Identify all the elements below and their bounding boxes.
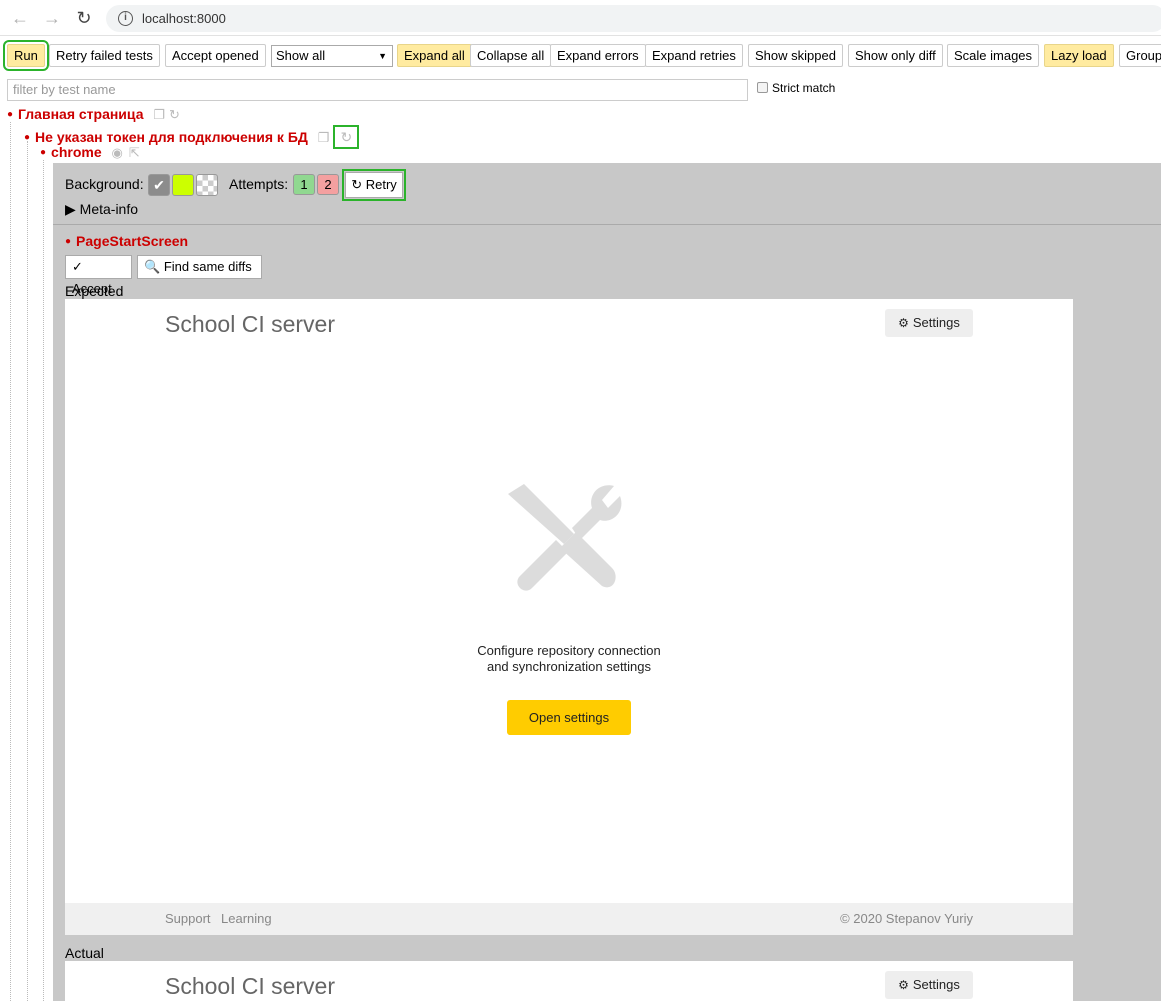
eye-icon[interactable]: ◉ bbox=[112, 145, 123, 161]
gear-icon: ⚙ bbox=[898, 978, 909, 992]
show-only-diff-button[interactable]: Show only diff bbox=[848, 44, 943, 67]
run-button[interactable]: Run bbox=[3, 40, 49, 71]
reload-icon[interactable]: ↻ bbox=[74, 8, 94, 28]
collapse-all-button[interactable]: Collapse all bbox=[470, 44, 552, 67]
state-title[interactable]: ● PageStartScreen bbox=[65, 233, 188, 249]
status-bullet-icon: ● bbox=[7, 109, 14, 120]
gear-icon: ⚙ bbox=[898, 316, 909, 330]
browser-title[interactable]: chrome bbox=[51, 144, 102, 160]
back-arrow-icon[interactable]: ← bbox=[10, 8, 30, 28]
copy-icon[interactable]: ❐ bbox=[318, 130, 330, 146]
suite-title[interactable]: Главная страница bbox=[18, 106, 143, 122]
browser-toolbar: ← → ↻ i localhost:8000 bbox=[0, 0, 1161, 36]
configure-text-line1: Configure repository connection bbox=[477, 643, 661, 658]
checkbox-icon[interactable] bbox=[757, 82, 768, 93]
app-title: School CI server bbox=[165, 311, 336, 337]
find-same-diffs-label: Find same diffs bbox=[163, 259, 252, 274]
expected-screenshot: School CI server ⚙ Settings Configure rep… bbox=[65, 299, 1073, 935]
background-label: Background: bbox=[65, 176, 144, 192]
actual-screenshot: School CI server ⚙ Settings bbox=[65, 961, 1073, 1001]
forward-arrow-icon[interactable]: → bbox=[42, 8, 62, 28]
address-bar[interactable]: i localhost:8000 bbox=[106, 5, 1161, 32]
copy-icon[interactable]: ❐ bbox=[153, 107, 165, 123]
settings-button: ⚙ Settings bbox=[885, 309, 973, 337]
meta-info-toggle[interactable]: ▶ Meta-info bbox=[65, 201, 138, 218]
tree-guide-line bbox=[10, 122, 11, 1001]
test-title[interactable]: Не указан токен для подключения к БД bbox=[35, 129, 308, 145]
lazy-load-button[interactable]: Lazy load bbox=[1044, 44, 1114, 67]
app-title: School CI server bbox=[165, 973, 336, 999]
accept-button[interactable]: ✓ Accept bbox=[65, 255, 132, 296]
accept-opened-button[interactable]: Accept opened bbox=[165, 44, 266, 67]
footer-learning-link: Learning bbox=[221, 911, 272, 926]
show-filter-select[interactable]: Show all ▼ bbox=[271, 45, 393, 67]
url-text: localhost:8000 bbox=[142, 11, 226, 26]
tools-icon bbox=[508, 484, 622, 591]
status-bullet-icon: ● bbox=[65, 236, 72, 247]
find-same-diffs-button[interactable]: 🔍 Find same diffs bbox=[137, 255, 262, 279]
expand-all-button[interactable]: Expand all bbox=[397, 44, 472, 67]
background-lime-swatch[interactable] bbox=[172, 174, 194, 196]
settings-label: Settings bbox=[912, 977, 960, 992]
attempt-2-tab[interactable]: 2 bbox=[317, 174, 339, 195]
configure-text-line2: and synchronization settings bbox=[486, 659, 652, 674]
tree-suite-item[interactable]: ● Главная страница ❐ ↻ bbox=[7, 106, 180, 123]
settings-label: Settings bbox=[912, 315, 960, 330]
info-icon[interactable]: i bbox=[118, 11, 133, 26]
retry-button[interactable]: ↻ Retry bbox=[342, 169, 406, 201]
strict-match-label: Strict match bbox=[772, 81, 836, 95]
attempts-label: Attempts: bbox=[229, 176, 289, 192]
tree-browser-item[interactable]: ● chrome ◉ ⇱ bbox=[40, 144, 140, 161]
strict-match-checkbox[interactable]: Strict match bbox=[757, 81, 835, 95]
show-skipped-button[interactable]: Show skipped bbox=[748, 44, 843, 67]
app-footer: Support Learning © 2020 Stepanov Yuriy bbox=[65, 903, 1073, 935]
attempt-1-tab[interactable]: 1 bbox=[293, 174, 315, 195]
scale-images-button[interactable]: Scale images bbox=[947, 44, 1040, 67]
retry-icon[interactable]: ↻ bbox=[333, 125, 360, 149]
divider bbox=[53, 224, 1161, 225]
tree-guide-line bbox=[43, 160, 44, 1001]
footer-copyright: © 2020 Stepanov Yuriy bbox=[840, 911, 973, 926]
tree-guide-line bbox=[27, 141, 28, 1001]
state-name-text[interactable]: PageStartScreen bbox=[76, 233, 188, 249]
dropdown-arrow-icon: ▼ bbox=[378, 51, 387, 61]
expand-errors-button[interactable]: Expand errors bbox=[550, 44, 646, 67]
open-settings-button: Open settings bbox=[507, 700, 631, 735]
expand-retries-button[interactable]: Expand retries bbox=[645, 44, 743, 67]
retry-failed-tests-button[interactable]: Retry failed tests bbox=[49, 44, 160, 67]
status-bullet-icon: ● bbox=[24, 132, 31, 143]
group-button[interactable]: Group bbox=[1119, 44, 1161, 67]
result-panel: Background: ✔ Attempts: 1 2 ↻ Retry ▶ Me… bbox=[53, 163, 1161, 1001]
magnifier-icon: 🔍 bbox=[144, 259, 161, 274]
show-filter-value: Show all bbox=[276, 48, 326, 63]
expected-label: Expected bbox=[65, 283, 124, 299]
background-checker-swatch[interactable] bbox=[196, 174, 218, 196]
background-gray-swatch[interactable]: ✔ bbox=[148, 174, 170, 196]
filter-input[interactable]: filter by test name bbox=[7, 79, 748, 101]
actual-label: Actual bbox=[65, 945, 104, 961]
status-bullet-icon: ● bbox=[40, 147, 47, 158]
share-icon[interactable]: ⇱ bbox=[129, 145, 140, 161]
footer-support-link: Support bbox=[165, 911, 211, 926]
settings-button: ⚙ Settings bbox=[885, 971, 973, 999]
retry-icon[interactable]: ↻ bbox=[169, 107, 180, 123]
